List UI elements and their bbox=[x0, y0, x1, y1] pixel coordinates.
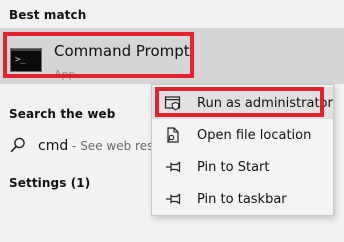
pin-icon bbox=[166, 193, 181, 205]
menu-item-label: Run as administrator bbox=[197, 96, 333, 111]
menu-item-label: Pin to Start bbox=[197, 160, 270, 175]
web-search-result[interactable]: cmd - See web resu bbox=[38, 138, 161, 154]
menu-item-pin-to-start[interactable]: Pin to Start bbox=[152, 151, 333, 183]
search-suffix: - See web resu bbox=[68, 139, 161, 153]
menu-item-label: Open file location bbox=[197, 128, 312, 143]
command-prompt-icon: >_ bbox=[10, 48, 42, 72]
app-name: Command Prompt bbox=[54, 42, 190, 60]
menu-item-pin-to-taskbar[interactable]: Pin to taskbar bbox=[152, 183, 333, 215]
shield-admin-icon bbox=[164, 96, 181, 111]
menu-item-run-as-administrator[interactable]: Run as administrator bbox=[152, 87, 333, 119]
search-query: cmd bbox=[38, 138, 69, 154]
context-menu: Run as administrator Open file location … bbox=[151, 84, 334, 216]
menu-item-label: Pin to taskbar bbox=[197, 192, 287, 207]
settings-heading[interactable]: Settings (1) bbox=[9, 176, 90, 190]
best-match-heading: Best match bbox=[9, 8, 87, 22]
app-type: App bbox=[54, 68, 76, 81]
menu-item-open-file-location[interactable]: Open file location bbox=[152, 119, 333, 151]
search-web-heading: Search the web bbox=[9, 107, 116, 121]
file-location-icon bbox=[167, 127, 179, 143]
search-icon bbox=[10, 137, 25, 153]
pin-icon bbox=[166, 161, 181, 173]
